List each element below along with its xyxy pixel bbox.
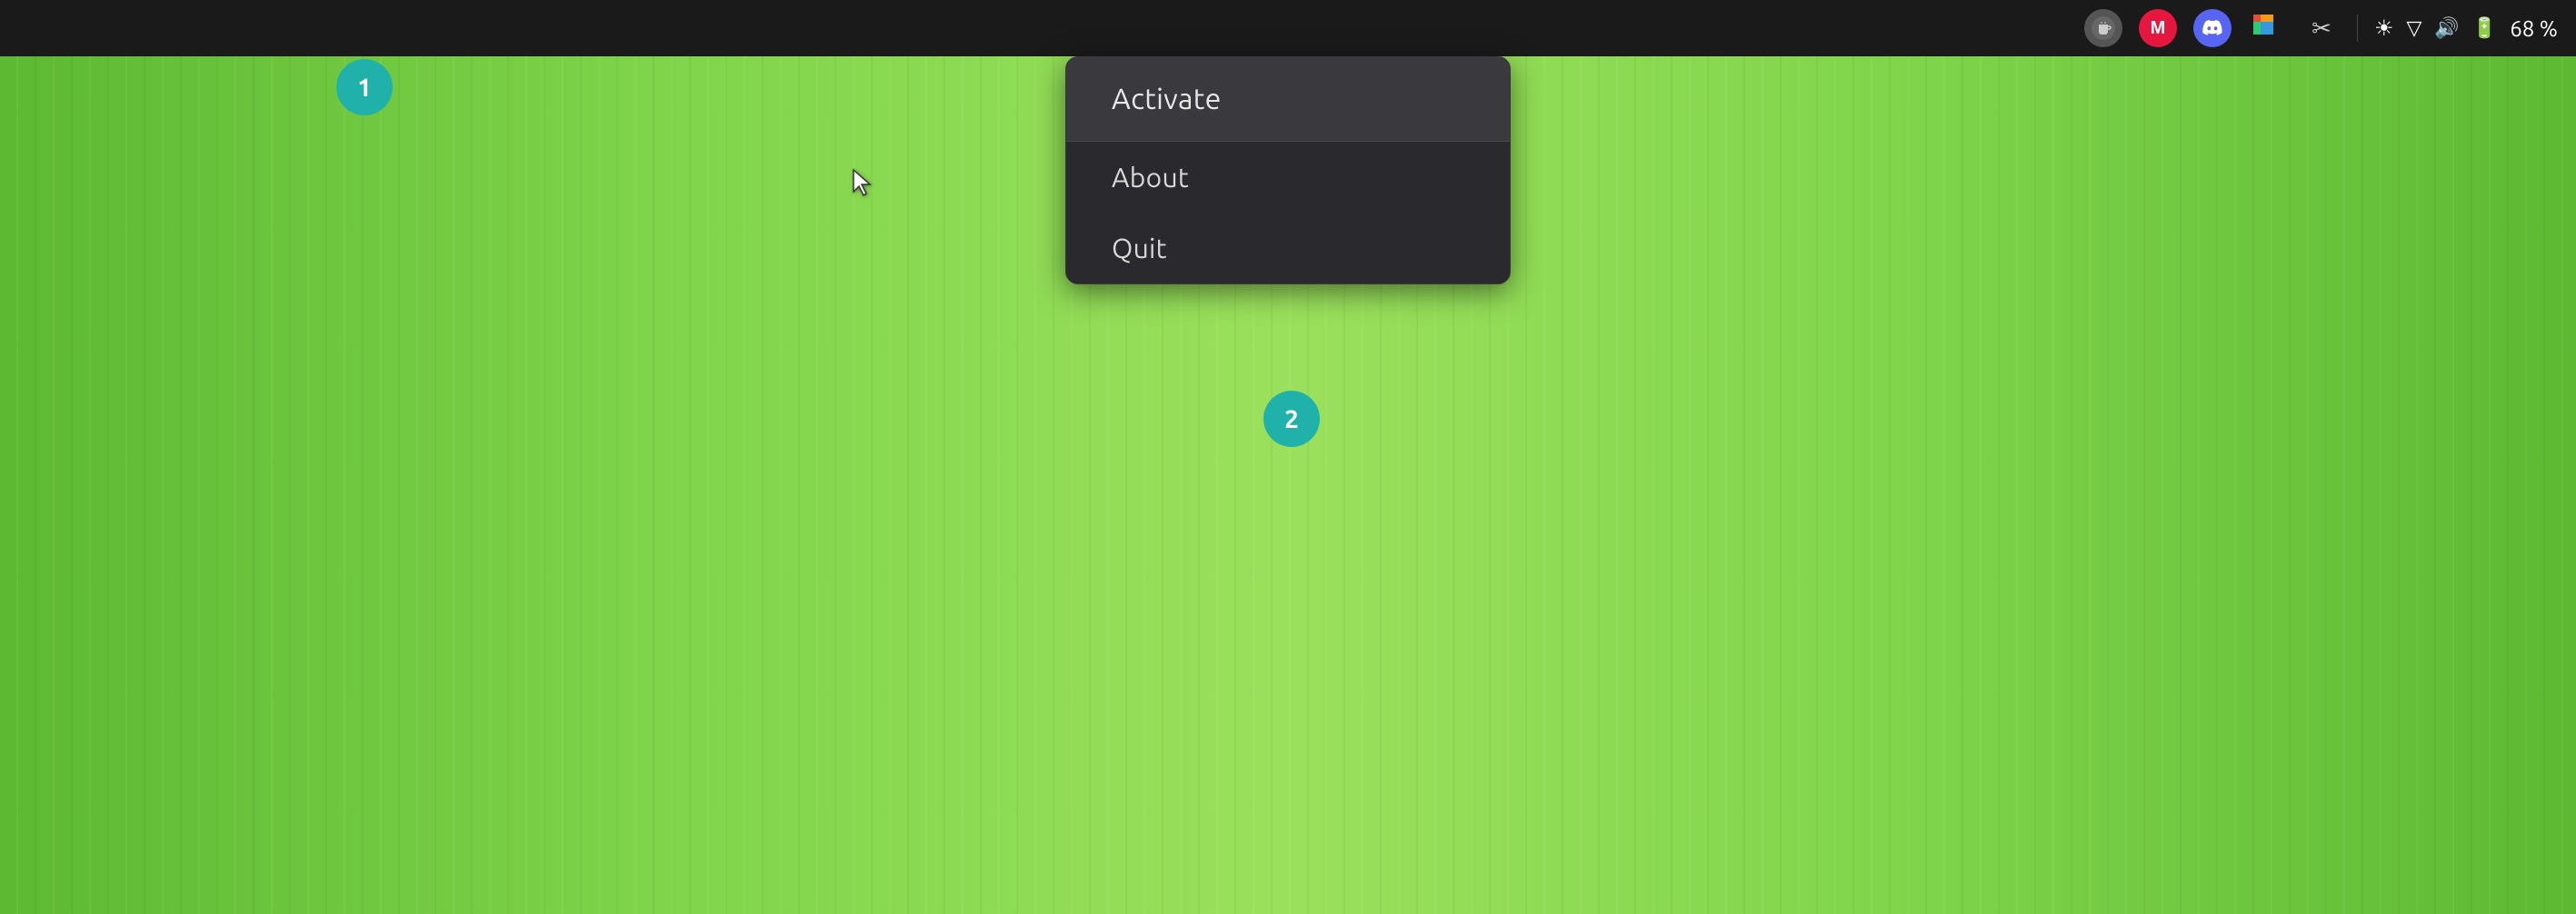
tray-app-icon[interactable] [2084, 9, 2122, 47]
menu-item-activate[interactable]: Activate [1066, 57, 1510, 141]
taskbar-status: ☀ ▽ 🔊 🔋 68 % [2374, 15, 2558, 41]
menu-item-about[interactable]: About [1066, 142, 1510, 213]
annotation-1: 1 [336, 59, 393, 115]
colorful-app-icon[interactable] [2248, 9, 2286, 47]
scissors-icon[interactable]: ✂ [2302, 9, 2341, 47]
mega-label: M [2151, 18, 2166, 39]
taskbar-divider [2357, 15, 2358, 42]
menu-item-quit[interactable]: Quit [1066, 213, 1510, 283]
taskbar: M ✂ ☀ ▽ 🔊 🔋 68 % [0, 0, 2576, 56]
discord-icon[interactable] [2193, 9, 2232, 47]
mega-icon[interactable]: M [2139, 9, 2177, 47]
brightness-icon[interactable]: ☀ [2374, 15, 2394, 41]
battery-percentage: 68 % [2510, 16, 2558, 41]
context-menu: Activate About Quit [1065, 56, 1511, 284]
volume-icon[interactable]: 🔊 [2434, 16, 2459, 40]
battery-icon[interactable]: 🔋 [2472, 16, 2497, 40]
annotation-2: 2 [1263, 391, 1320, 447]
wifi-icon[interactable]: ▽ [2407, 16, 2422, 40]
